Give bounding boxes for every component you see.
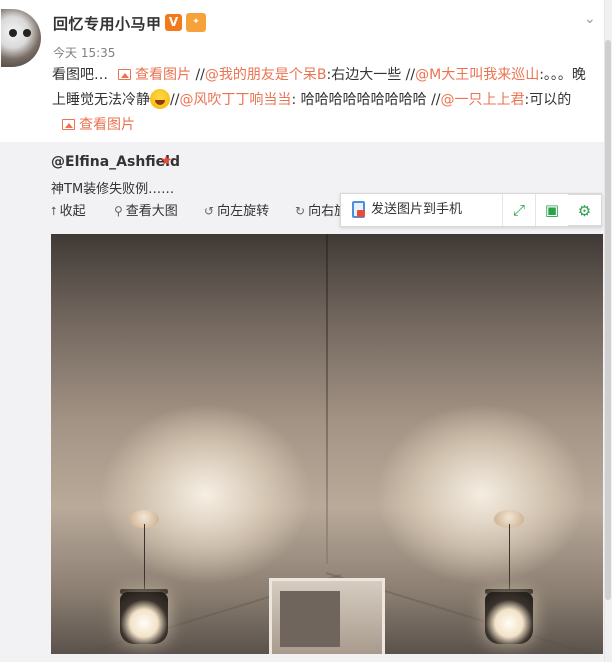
window-pane: [280, 591, 340, 647]
collapse-label: 收起: [59, 204, 86, 219]
star-icon: ★: [160, 153, 173, 169]
repost-text: 神TM装修失败例……: [51, 182, 175, 197]
rotate-left-button[interactable]: ↺ 向左旋转: [204, 200, 269, 219]
mention-link[interactable]: @M大王叫我来巡山: [415, 67, 539, 83]
vip-badge-icon[interactable]: ✦: [186, 13, 206, 32]
post-text-segment: :可以的: [524, 92, 572, 108]
magnifier-icon: ⚲: [114, 204, 123, 218]
collapse-button[interactable]: ⭡ 收起: [51, 200, 86, 219]
mention-link[interactable]: @风吹丁丁响当当: [179, 92, 291, 108]
phone-icon: [352, 201, 365, 218]
mention-link[interactable]: @我的朋友是个呆B: [205, 67, 327, 83]
chevron-down-icon[interactable]: ⌄: [584, 11, 596, 27]
picture-icon[interactable]: [62, 119, 75, 130]
expand-icon[interactable]: ⤢: [503, 194, 536, 226]
gear-icon[interactable]: ⚙: [568, 194, 602, 226]
post-text-segment: :右边大一些: [326, 67, 402, 83]
verified-badge-icon[interactable]: V: [165, 14, 182, 31]
post-header: 回忆专用小马甲 V ✦ ⌄ 今天 15:35 看图吧… 查看图片 //@我的朋友是…: [0, 0, 604, 142]
wall-window: [269, 578, 385, 654]
pendant-lamp-left: [120, 592, 168, 644]
ceiling-ridge: [326, 234, 328, 564]
view-picture-link[interactable]: 查看图片: [79, 117, 135, 133]
post-timestamp[interactable]: 今天 15:35: [53, 44, 115, 61]
post-text-segment: 看图吧…: [52, 67, 108, 83]
view-picture-link[interactable]: 查看图片: [135, 67, 191, 83]
rotate-right-icon: ↻: [295, 204, 306, 218]
picture-icon[interactable]: [118, 69, 131, 80]
rotate-left-label: 向左旋转: [217, 204, 270, 219]
mention-link[interactable]: @一只上上君: [441, 92, 525, 108]
scrollbar-thumb[interactable]: [605, 40, 611, 600]
post-body: 看图吧… 查看图片 //@我的朋友是个呆B:右边大一些 //@M大王叫我来巡山:。…: [52, 63, 592, 138]
view-large-label: 查看大图: [125, 204, 178, 219]
lamp-cord-right: [509, 524, 510, 590]
rotate-left-icon: ↺: [204, 204, 215, 218]
send-to-phone-label: 发送图片到手机: [371, 202, 463, 217]
scrollbar-track[interactable]: [604, 0, 612, 662]
pendant-lamp-right: [485, 592, 533, 644]
lamp-cord-left: [144, 524, 145, 590]
post-text-segment: : 哈哈哈哈哈哈哈哈哈: [291, 92, 427, 108]
avatar[interactable]: [1, 9, 41, 67]
post-username[interactable]: 回忆专用小马甲: [53, 13, 162, 34]
view-large-button[interactable]: ⚲ 查看大图: [114, 200, 178, 219]
repost-separator: //: [195, 67, 205, 83]
image-action-panel: 发送图片到手机 ⤢ ▣ ⇱: [340, 193, 602, 227]
arrow-up-icon: ⭡: [51, 204, 57, 218]
post-image[interactable]: [51, 234, 603, 654]
repost-separator: //: [405, 67, 416, 83]
repost-separator: //: [431, 92, 441, 108]
send-to-phone-button[interactable]: 发送图片到手机: [341, 194, 503, 226]
save-icon[interactable]: ▣: [536, 194, 569, 226]
laughing-emoji-icon: [150, 89, 170, 109]
